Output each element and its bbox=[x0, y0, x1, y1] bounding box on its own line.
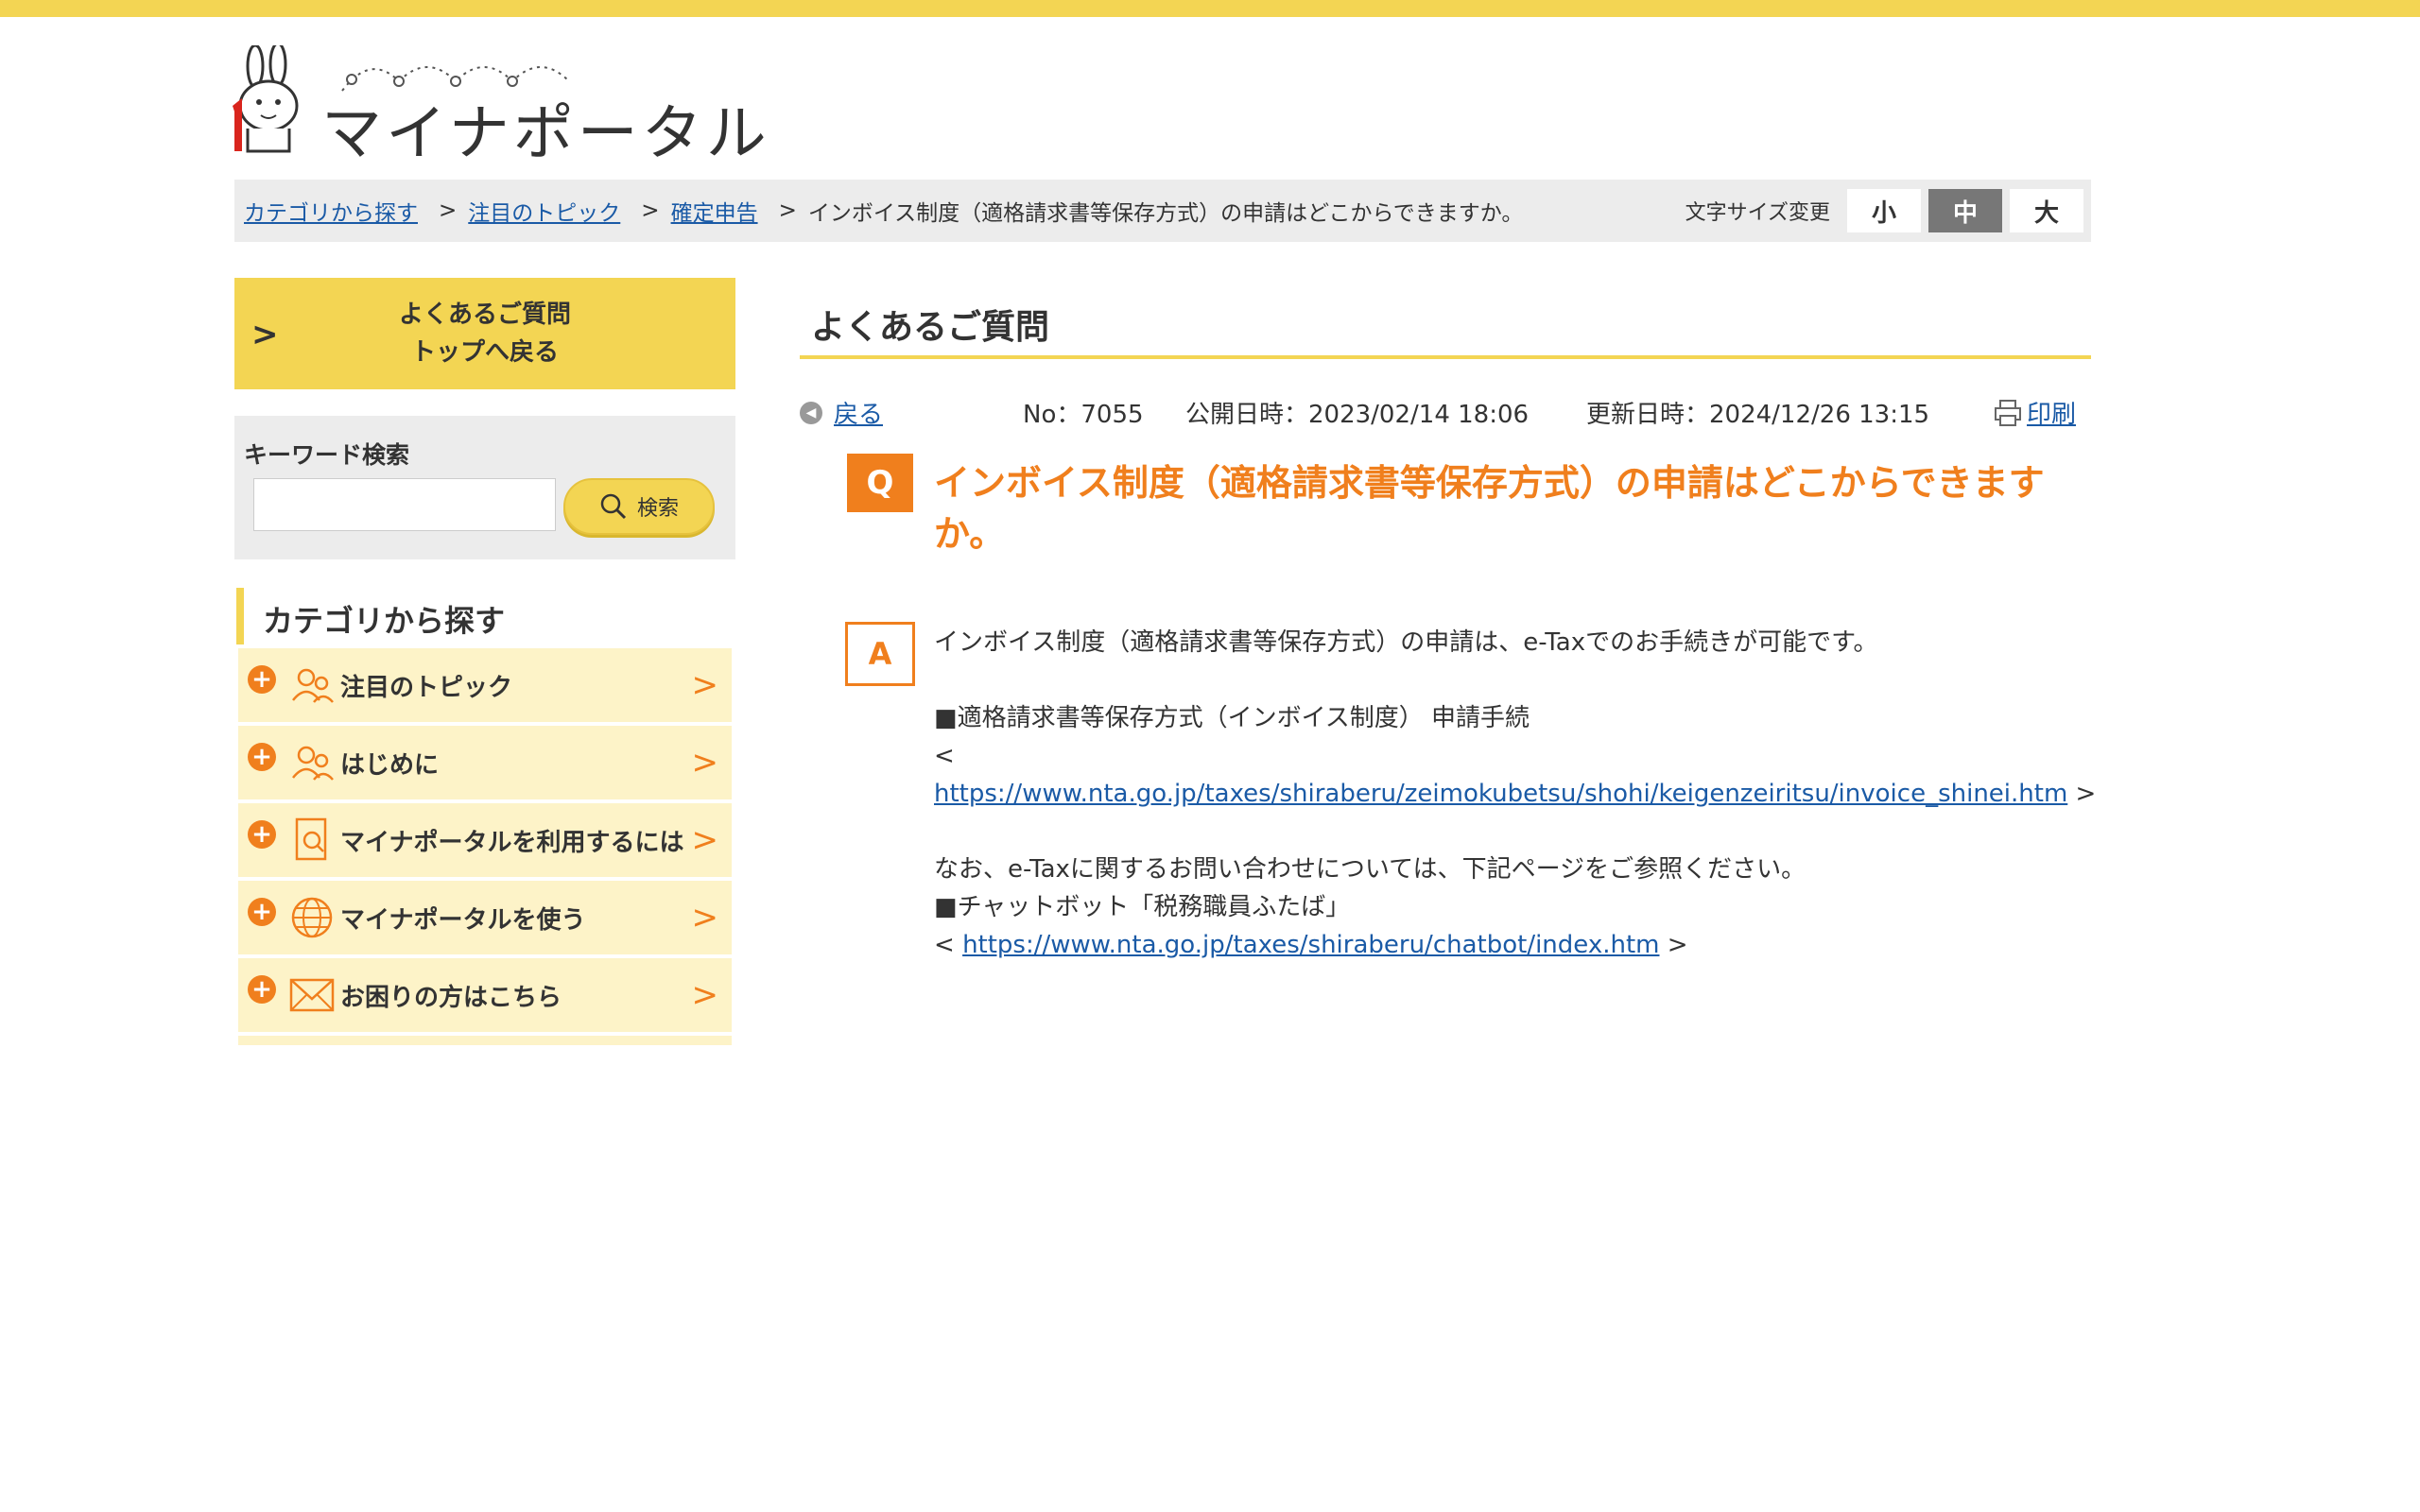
faq-top-line1: よくあるご質問 bbox=[398, 301, 571, 329]
keyword-search-panel: キーワード検索 検索 bbox=[234, 416, 735, 559]
breadcrumb-separator: > bbox=[439, 198, 458, 223]
category-label: 注目のトピック bbox=[340, 673, 513, 702]
category-item-getting-started[interactable]: + はじめに > bbox=[238, 726, 732, 799]
answer-body: インボイス制度（適格請求書等保存方式）の申請は、e-Taxでのお手続きが可能です… bbox=[934, 624, 2097, 964]
breadcrumb-current: インボイス制度（適格請求書等保存方式）の申請はどこからできますか。 bbox=[807, 201, 1524, 226]
back-arrow-icon: ◀ bbox=[800, 401, 822, 424]
faq-number: No：7055 bbox=[1023, 401, 1144, 429]
back-link[interactable]: ◀ 戻る bbox=[800, 395, 883, 430]
chevron-right-icon: > bbox=[691, 666, 719, 704]
chatbot-link[interactable]: https://www.nta.go.jp/taxes/shiraberu/ch… bbox=[962, 931, 1659, 959]
site-logo[interactable]: マイナポータル bbox=[219, 45, 767, 169]
print-link[interactable]: 印刷 bbox=[1993, 395, 2076, 430]
print-label[interactable]: 印刷 bbox=[2027, 395, 2076, 430]
answer-line: < bbox=[934, 742, 955, 770]
back-link-label[interactable]: 戻る bbox=[834, 395, 883, 430]
link-prefix: < bbox=[934, 931, 963, 959]
link-suffix: > bbox=[2067, 780, 2097, 808]
published-date: 公開日時：2023/02/14 18:06 bbox=[1185, 401, 1530, 429]
chevron-right-icon: > bbox=[691, 821, 719, 859]
faq-top-line2: トップへ戻る bbox=[410, 338, 559, 367]
answer-link-line: < https://www.nta.go.jp/taxes/shiraberu/… bbox=[934, 926, 2097, 964]
breadcrumb-separator: > bbox=[778, 198, 797, 223]
search-label: キーワード検索 bbox=[244, 441, 410, 469]
question-badge: Q bbox=[847, 454, 913, 512]
document-search-icon bbox=[295, 817, 327, 861]
mail-icon bbox=[289, 978, 335, 1012]
chevron-right-icon: > bbox=[691, 899, 719, 936]
plus-icon: + bbox=[248, 820, 276, 849]
globe-icon bbox=[291, 897, 333, 938]
link-suffix: > bbox=[1659, 931, 1688, 959]
answer-link-line: https://www.nta.go.jp/taxes/shiraberu/ze… bbox=[934, 775, 2097, 813]
breadcrumb-separator: > bbox=[641, 198, 660, 223]
breadcrumb: カテゴリから探す > 注目のトピック > 確定申告 > インボイス制度（適格請求… bbox=[234, 180, 2091, 242]
question-text: インボイス制度（適格請求書等保存方式）の申請はどこからできますか。 bbox=[934, 462, 2045, 555]
chevron-right-icon: > bbox=[691, 976, 719, 1014]
category-list: + 注目のトピック > + はじめに > + マイナポータルを利用するには > bbox=[238, 648, 732, 1049]
chevron-right-icon: > bbox=[251, 316, 279, 353]
category-label: はじめに bbox=[340, 750, 440, 780]
breadcrumb-item-topic[interactable]: 注目のトピック bbox=[468, 195, 620, 227]
plus-icon: + bbox=[248, 898, 276, 926]
font-size-small-button[interactable]: 小 bbox=[1847, 189, 1921, 232]
search-button[interactable]: 検索 bbox=[563, 478, 715, 535]
font-size-medium-button[interactable]: 中 bbox=[1928, 189, 2002, 232]
people-icon bbox=[292, 668, 334, 703]
category-item-how-to-use[interactable]: + マイナポータルを利用するには > bbox=[238, 803, 732, 877]
printer-icon bbox=[1995, 399, 2021, 426]
breadcrumb-item-tax-return[interactable]: 確定申告 bbox=[671, 195, 758, 227]
answer-line: ■チャットボット「税務職員ふたば」 bbox=[934, 893, 1351, 921]
font-size-large-button[interactable]: 大 bbox=[2010, 189, 2083, 232]
answer-line: ■適格請求書等保存方式（インボイス制度） 申請手続 bbox=[934, 704, 1530, 732]
category-label: お困りの方はこちら bbox=[340, 983, 562, 1012]
top-accent-stripe bbox=[0, 0, 2420, 17]
plus-icon: + bbox=[248, 665, 276, 694]
answer-line: なお、e-Taxに関するお問い合わせについては、下記ページをご参照ください。 bbox=[934, 855, 1806, 884]
updated-date: 更新日時：2024/12/26 13:15 bbox=[1586, 401, 1930, 429]
page-title: よくあるご質問 bbox=[800, 295, 2091, 359]
logo-text: マイナポータル bbox=[321, 99, 770, 169]
chevron-right-icon: > bbox=[691, 744, 719, 782]
mascot-icon bbox=[233, 45, 299, 153]
search-input[interactable] bbox=[253, 478, 556, 531]
people-icon bbox=[292, 746, 334, 781]
breadcrumb-item-category[interactable]: カテゴリから探す bbox=[244, 195, 418, 227]
font-size-label: 文字サイズ変更 bbox=[1685, 201, 1830, 225]
category-item-topics[interactable]: + 注目のトピック > bbox=[238, 648, 732, 722]
category-item-help[interactable]: + お困りの方はこちら > bbox=[238, 958, 732, 1032]
category-item-use-portal[interactable]: + マイナポータルを使う > bbox=[238, 881, 732, 954]
faq-meta: ◀ 戻る No：7055 公開日時：2023/02/14 18:06 更新日時：… bbox=[800, 395, 2091, 433]
search-icon bbox=[600, 493, 627, 520]
invoice-application-link[interactable]: https://www.nta.go.jp/taxes/shiraberu/ze… bbox=[934, 780, 2067, 808]
search-button-label: 検索 bbox=[636, 497, 679, 521]
font-size-switcher: 文字サイズ変更 小 中 大 bbox=[1685, 180, 2091, 242]
category-heading: カテゴリから探す bbox=[236, 588, 737, 644]
category-list-end bbox=[238, 1036, 732, 1045]
category-label: マイナポータルを使う bbox=[340, 905, 586, 935]
answer-badge: A bbox=[845, 622, 915, 686]
category-label: マイナポータルを利用するには bbox=[340, 828, 684, 857]
plus-icon: + bbox=[248, 975, 276, 1004]
plus-icon: + bbox=[248, 743, 276, 771]
faq-top-button[interactable]: > よくあるご質問 トップへ戻る bbox=[234, 278, 735, 389]
answer-line: インボイス制度（適格請求書等保存方式）の申請は、e-Taxでのお手続きが可能です… bbox=[934, 628, 1878, 657]
